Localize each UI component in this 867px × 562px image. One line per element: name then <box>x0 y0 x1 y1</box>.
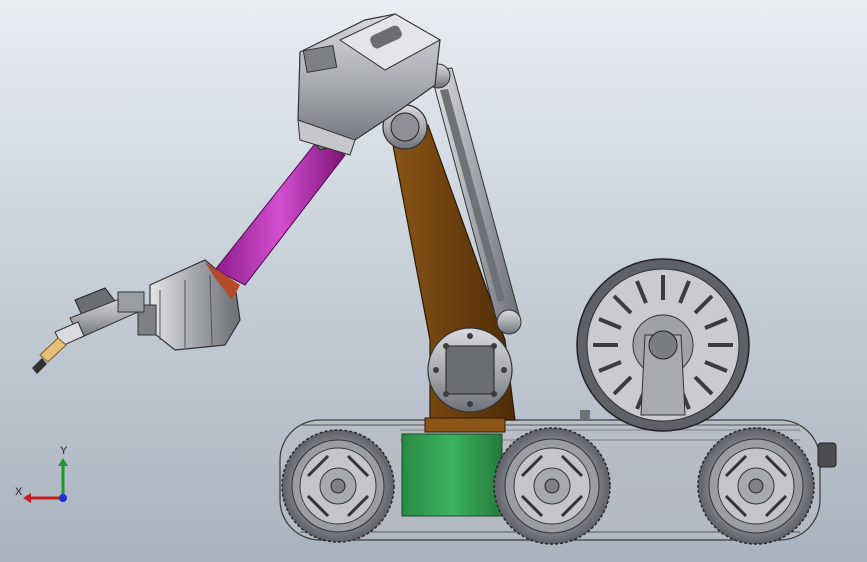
battery-box <box>401 433 503 517</box>
track-wheel-middle <box>493 427 611 545</box>
z-axis-origin <box>59 494 67 502</box>
y-axis-arrowhead <box>58 458 68 466</box>
track-wheel-front <box>281 429 395 543</box>
shoulder-joint <box>427 327 513 413</box>
robot-model-canvas[interactable]: X Y <box>0 0 867 562</box>
rear-motor <box>817 442 837 468</box>
track-wheel-rear <box>697 427 815 545</box>
cad-viewport[interactable]: X Y <box>0 0 867 562</box>
x-axis-label: X <box>15 486 23 498</box>
coordinate-triad: X Y <box>15 445 68 503</box>
y-axis-label: Y <box>60 445 68 457</box>
welding-torch <box>32 287 145 374</box>
cable-reel <box>576 258 750 432</box>
x-axis-arrowhead <box>23 493 31 503</box>
upper-arm-link <box>214 139 346 286</box>
